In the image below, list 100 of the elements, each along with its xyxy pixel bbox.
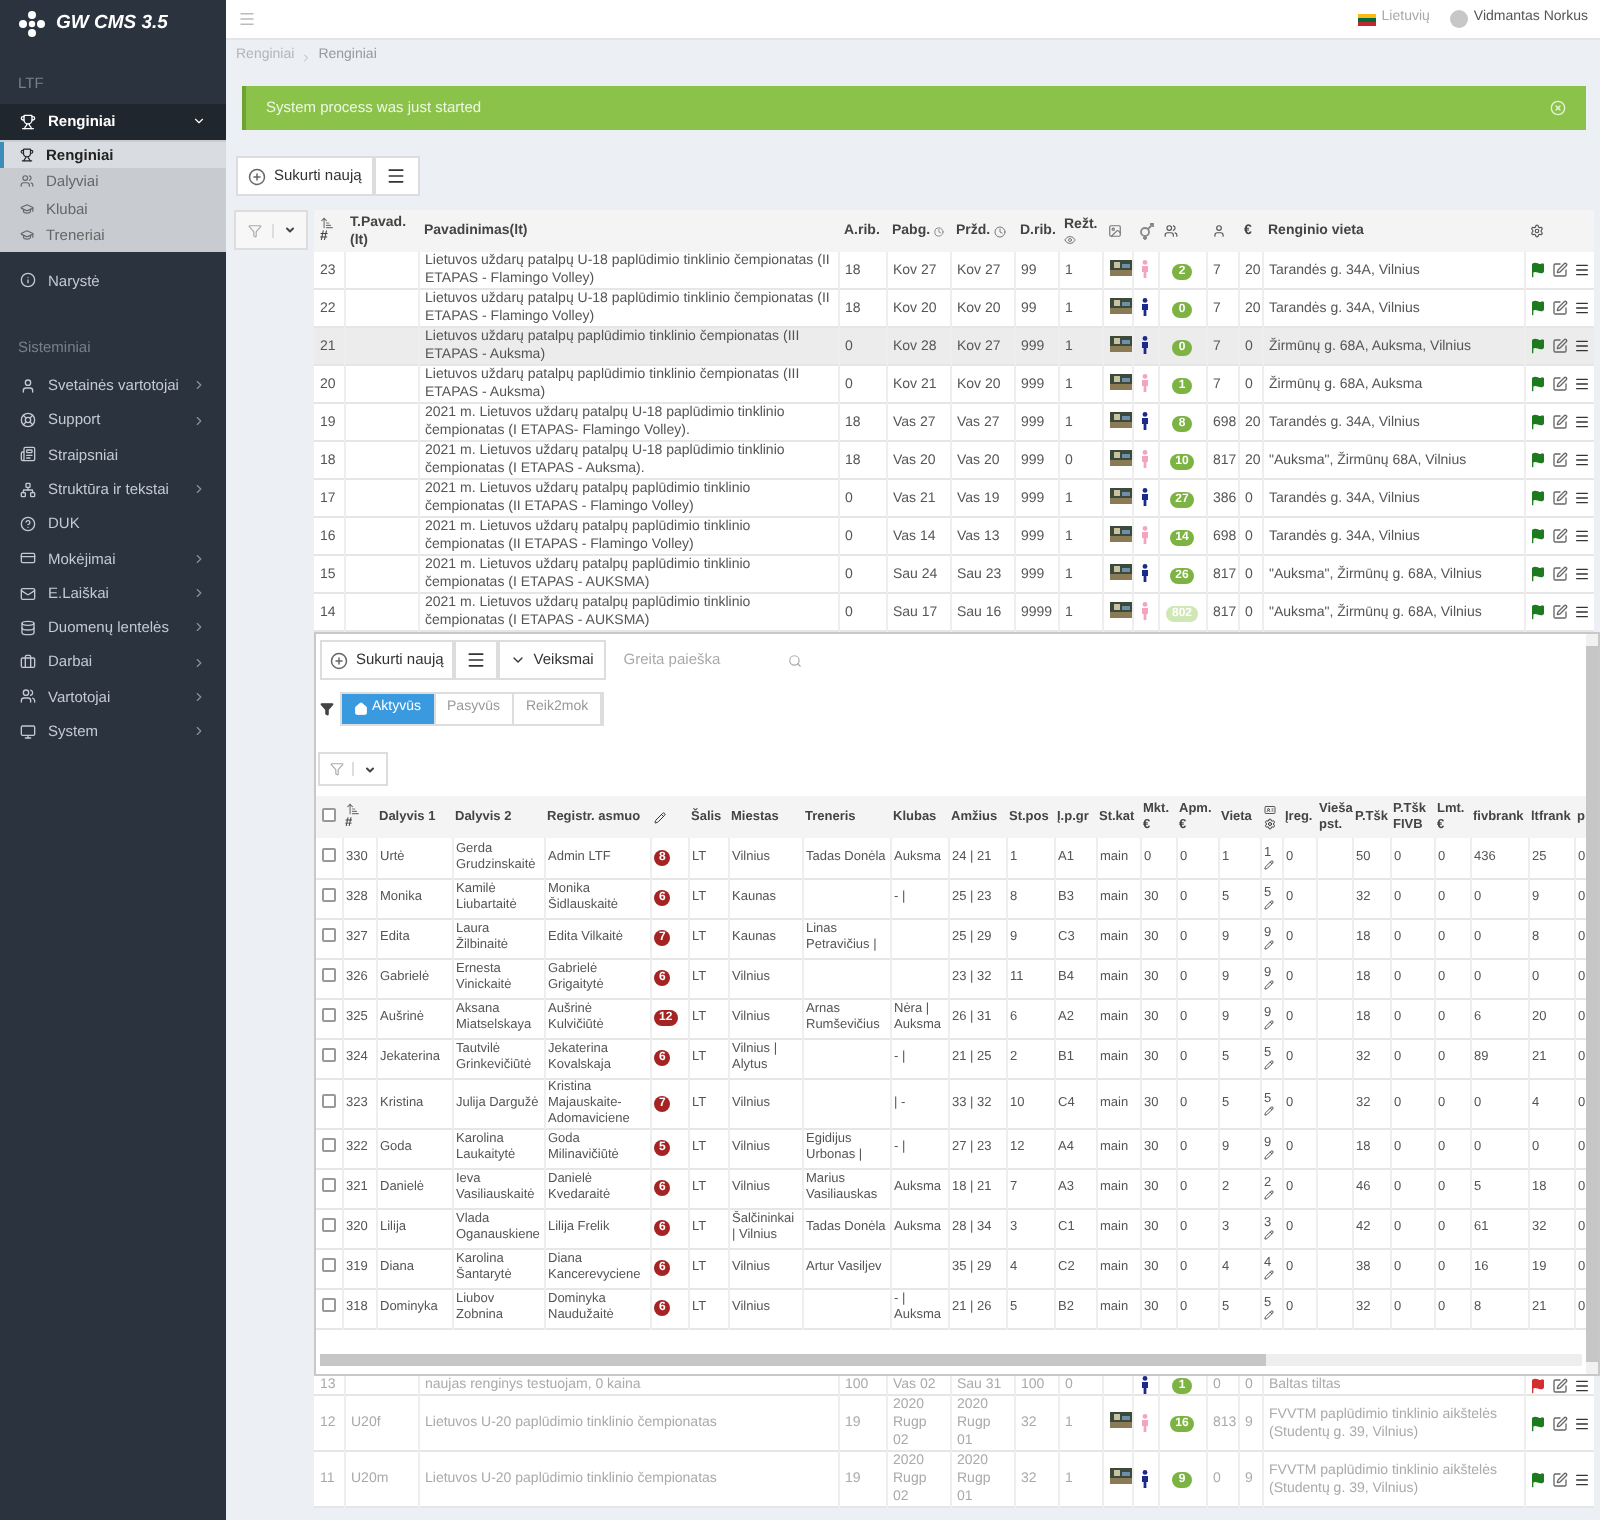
menu-icon[interactable]	[1573, 1471, 1589, 1488]
edit-icon[interactable]	[1551, 414, 1567, 430]
filter-icon[interactable]	[320, 702, 334, 716]
checkbox[interactable]	[322, 1298, 336, 1312]
pencil-icon[interactable]	[1264, 859, 1274, 870]
flag-icon[interactable]	[1529, 1377, 1545, 1394]
chevron-right-icon	[300, 51, 313, 63]
menu-icon[interactable]	[1573, 1377, 1589, 1394]
menu-icon[interactable]	[1573, 262, 1589, 278]
users-icon	[20, 688, 36, 705]
pencil-icon[interactable]	[1264, 1150, 1274, 1160]
checkbox[interactable]	[322, 1093, 336, 1107]
id-card-icon	[1263, 804, 1275, 816]
menu-button[interactable]	[453, 640, 498, 680]
edit-icon[interactable]	[1551, 1471, 1567, 1488]
pencil-icon[interactable]	[1264, 1105, 1274, 1115]
checkbox[interactable]	[322, 1048, 336, 1062]
help-icon	[20, 515, 36, 532]
scrollbar[interactable]	[320, 1354, 1582, 1366]
checkbox[interactable]	[322, 928, 336, 942]
checkbox[interactable]	[322, 1218, 336, 1232]
monitor-icon	[20, 723, 36, 740]
pencil-icon[interactable]	[1264, 1230, 1274, 1240]
flag-icon[interactable]	[1529, 566, 1545, 582]
edit-icon[interactable]	[1551, 566, 1567, 582]
pencil-icon[interactable]	[1264, 940, 1274, 950]
home-icon	[354, 702, 368, 716]
plus-icon	[330, 651, 348, 669]
menu-icon[interactable]	[1573, 452, 1589, 468]
menu-icon[interactable]	[1573, 490, 1589, 506]
edit-icon[interactable]	[1551, 1377, 1567, 1394]
menu-icon	[465, 650, 486, 670]
checkbox[interactable]	[322, 968, 336, 982]
sort-icon[interactable]	[320, 216, 334, 230]
edit-icon[interactable]	[1551, 1415, 1567, 1432]
pencil-icon	[653, 811, 665, 823]
flag-icon[interactable]	[1529, 490, 1545, 506]
menu-icon[interactable]	[1573, 414, 1589, 430]
flag-icon[interactable]	[1529, 300, 1545, 316]
plus-icon	[248, 167, 266, 185]
info-icon	[20, 272, 36, 289]
pencil-icon[interactable]	[1264, 1270, 1274, 1280]
logo-text: GW CMS 3.5	[56, 9, 168, 38]
sort-icon[interactable]	[345, 802, 359, 816]
flag-icon[interactable]	[1529, 452, 1545, 468]
edit-icon[interactable]	[1551, 452, 1567, 468]
menu-icon[interactable]	[1573, 1415, 1589, 1432]
checkbox[interactable]	[322, 807, 336, 821]
flag-icon[interactable]	[1529, 1471, 1545, 1488]
flag-icon[interactable]	[1529, 376, 1545, 392]
trophy-icon	[20, 147, 34, 162]
flag-icon[interactable]	[1529, 338, 1545, 354]
pencil-icon[interactable]	[1264, 980, 1274, 990]
checkbox[interactable]	[322, 1008, 336, 1022]
pencil-icon[interactable]	[1264, 1190, 1274, 1200]
edit-icon[interactable]	[1551, 300, 1567, 316]
checkbox[interactable]	[322, 1258, 336, 1272]
pencil-icon[interactable]	[1264, 900, 1274, 910]
edit-icon[interactable]	[1551, 262, 1567, 278]
filter-icon	[329, 762, 343, 776]
briefcase-icon	[20, 654, 36, 671]
menu-icon[interactable]	[1573, 338, 1589, 354]
pencil-icon[interactable]	[1264, 1020, 1274, 1030]
mail-icon	[20, 585, 36, 602]
flag-icon[interactable]	[1529, 262, 1545, 278]
menu-icon[interactable]	[1573, 300, 1589, 316]
edit-icon[interactable]	[1551, 338, 1567, 354]
checkbox[interactable]	[322, 1178, 336, 1192]
clock-icon	[934, 225, 944, 237]
pencil-icon[interactable]	[1264, 1060, 1274, 1070]
checkbox[interactable]	[322, 1138, 336, 1152]
edit-icon[interactable]	[1551, 376, 1567, 392]
flag-icon[interactable]	[1529, 604, 1545, 620]
menu-button[interactable]	[373, 156, 420, 196]
users-icon	[1164, 223, 1178, 238]
caret-icon	[284, 224, 296, 236]
flag-icon[interactable]	[1529, 414, 1545, 430]
edit-icon[interactable]	[1551, 604, 1567, 620]
flag-icon[interactable]	[1529, 528, 1545, 544]
credit-card-icon	[20, 550, 36, 567]
settings-icon	[1530, 223, 1544, 238]
menu-icon[interactable]	[1573, 528, 1589, 544]
menu-icon[interactable]	[1573, 376, 1589, 392]
scrollbar[interactable]	[1586, 634, 1598, 1374]
clock-icon	[994, 225, 1007, 237]
eye-icon	[1064, 233, 1076, 245]
checkbox[interactable]	[322, 847, 336, 862]
settings-icon	[1263, 818, 1275, 830]
edit-icon[interactable]	[1551, 490, 1567, 506]
pencil-icon[interactable]	[1264, 1310, 1274, 1320]
graduation-cap-icon	[20, 228, 34, 243]
menu-icon[interactable]	[1573, 566, 1589, 582]
flag-icon[interactable]	[1529, 1415, 1545, 1432]
network-icon	[20, 481, 36, 498]
edit-icon[interactable]	[1551, 528, 1567, 544]
checkbox[interactable]	[322, 888, 336, 902]
menu-icon[interactable]	[1573, 604, 1589, 620]
search-icon	[787, 653, 802, 667]
database-icon	[20, 619, 36, 636]
lifebuoy-icon	[20, 412, 36, 429]
